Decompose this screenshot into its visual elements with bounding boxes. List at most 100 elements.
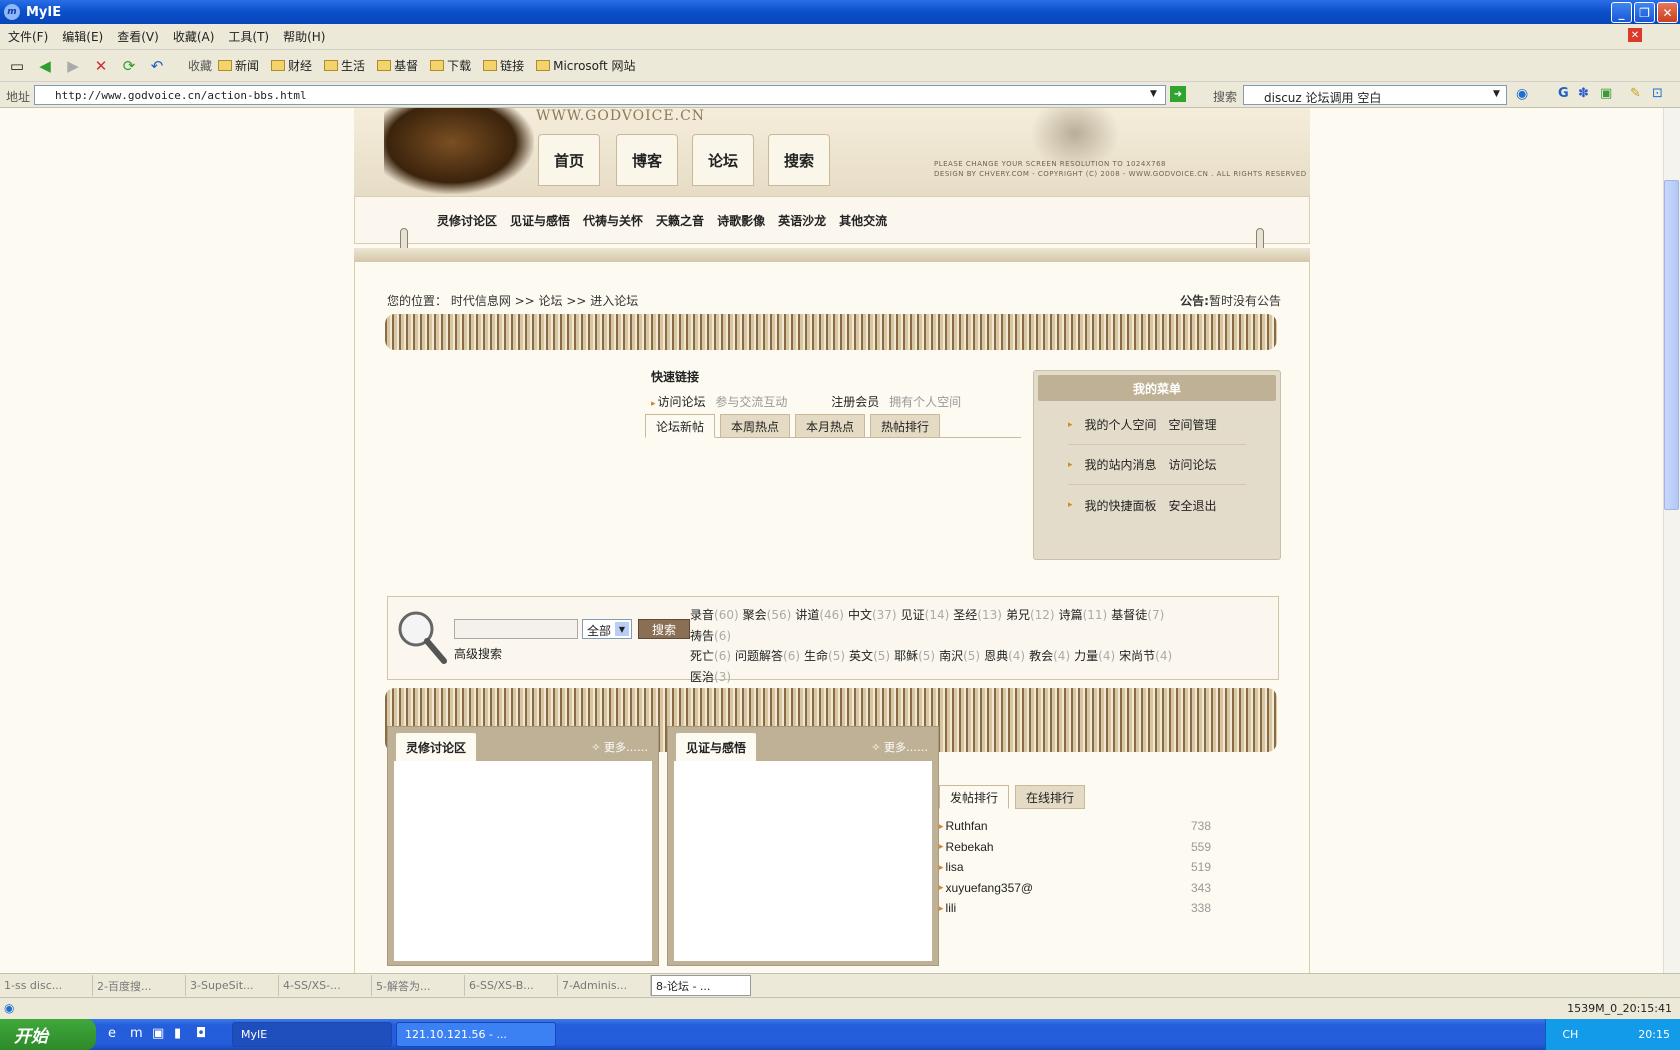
forum-search-input[interactable]: [454, 619, 578, 639]
tag-link[interactable]: 恩典(4): [984, 649, 1025, 663]
tag-link[interactable]: 祷告(6): [690, 629, 731, 643]
address-dropdown-icon[interactable]: ▼: [1150, 89, 1157, 99]
task-myie[interactable]: MyIE: [232, 1022, 392, 1047]
nav-home[interactable]: 首页: [538, 134, 600, 186]
menu-help[interactable]: 帮助(H): [283, 28, 325, 45]
globe-icon[interactable]: ◉: [1516, 86, 1528, 102]
quicklaunch-app-icon[interactable]: ▮: [174, 1026, 181, 1041]
browser-tab[interactable]: 2-百度搜...: [93, 975, 186, 996]
tag-link[interactable]: 耶稣(5): [894, 649, 935, 663]
browser-tab[interactable]: 1-ss disc...: [0, 975, 93, 996]
browser-tab[interactable]: 3-SupeSit...: [186, 975, 279, 996]
tag-link[interactable]: 基督徒(7): [1111, 608, 1164, 622]
more-link[interactable]: ✧ 更多……: [591, 739, 648, 755]
ranking-row[interactable]: ▸ Ruthfan 738: [939, 816, 1211, 837]
tag-link[interactable]: 力量(4): [1074, 649, 1115, 663]
ranking-row[interactable]: ▸ lisa 519: [939, 857, 1211, 878]
close-window-button[interactable]: ✕: [1657, 2, 1678, 23]
space-manage-link[interactable]: 空间管理: [1169, 416, 1217, 433]
subnav-item-other[interactable]: 其他交流: [839, 212, 887, 229]
panel-title[interactable]: 见证与感悟: [676, 733, 757, 761]
ranking-row[interactable]: ▸ xuyuefang357@ 343: [939, 878, 1211, 899]
tab-post-ranking[interactable]: 发帖排行: [939, 785, 1010, 809]
subnav-item-poetry[interactable]: 诗歌影像: [717, 212, 765, 229]
search-dropdown-icon[interactable]: ▼: [1493, 89, 1500, 99]
visit-forum-link[interactable]: 访问论坛: [658, 395, 706, 409]
language-indicator[interactable]: CH: [1562, 1028, 1578, 1041]
refresh-icon[interactable]: ⟳: [118, 55, 140, 77]
tab-hot-ranking[interactable]: 热帖排行: [870, 414, 941, 438]
browser-tab[interactable]: 7-Adminis...: [558, 975, 651, 996]
browser-tab[interactable]: 6-SS/XS-B...: [465, 975, 558, 996]
logout-link[interactable]: 安全退出: [1169, 497, 1217, 514]
start-button[interactable]: 开始: [0, 1019, 96, 1050]
fav-news[interactable]: 新闻: [218, 57, 259, 74]
nav-search[interactable]: 搜索: [768, 134, 830, 186]
tag-link[interactable]: 教会(4): [1029, 649, 1070, 663]
fav-life[interactable]: 生活: [324, 57, 365, 74]
fav-christ[interactable]: 基督: [377, 57, 418, 74]
close-tab-icon[interactable]: ✕: [1628, 28, 1642, 42]
image-icon[interactable]: ▣: [1600, 86, 1612, 101]
minimize-button[interactable]: _: [1611, 2, 1632, 23]
more-link[interactable]: ✧ 更多……: [871, 739, 928, 755]
browser-tab[interactable]: 5-解答为...: [372, 975, 465, 996]
nav-forum[interactable]: 论坛: [692, 134, 754, 186]
menu-file[interactable]: 文件(F): [8, 28, 48, 45]
forward-icon[interactable]: ▶: [62, 55, 84, 77]
tag-link[interactable]: 英文(5): [849, 649, 890, 663]
fav-microsoft[interactable]: Microsoft 网站: [536, 57, 636, 74]
subnav-item-testimony[interactable]: 见证与感悟: [510, 212, 570, 229]
subnav-item-devotion[interactable]: 灵修讨论区: [437, 212, 497, 229]
fav-download[interactable]: 下载: [430, 57, 471, 74]
tag-link[interactable]: 中文(37): [848, 608, 897, 622]
tag-link[interactable]: 诗篇(11): [1059, 608, 1108, 622]
search-scope-select[interactable]: 全部 ▼: [582, 619, 632, 639]
quicklaunch-desktop-icon[interactable]: ▣: [152, 1026, 164, 1041]
undo-close-icon[interactable]: ↶: [146, 55, 168, 77]
tag-link[interactable]: 圣经(13): [953, 608, 1002, 622]
tag-link[interactable]: 南沢(5): [939, 649, 980, 663]
search-button[interactable]: 搜索: [638, 619, 690, 639]
quicklaunch-tool-icon[interactable]: ◘: [196, 1026, 206, 1041]
fav-finance[interactable]: 财经: [271, 57, 312, 74]
tag-link[interactable]: 医治(3): [690, 670, 731, 684]
browser-tab[interactable]: 4-SS/XS-...: [279, 975, 372, 996]
tab-new-posts[interactable]: 论坛新帖: [645, 414, 716, 438]
ranking-row[interactable]: ▸ Rebekah 559: [939, 837, 1211, 858]
menu-view[interactable]: 查看(V): [117, 28, 159, 45]
go-icon[interactable]: ➜: [1170, 86, 1186, 102]
clear-icon[interactable]: ⊡: [1652, 86, 1663, 101]
my-messages-link[interactable]: 我的站内消息: [1085, 456, 1157, 473]
my-space-link[interactable]: 我的个人空间: [1085, 416, 1157, 433]
baidu-icon[interactable]: ✽: [1578, 86, 1589, 101]
web-search-input[interactable]: discuz 论坛调用 空白: [1243, 85, 1507, 105]
maximize-button[interactable]: ❐: [1634, 2, 1655, 23]
tag-link[interactable]: 聚会(56): [743, 608, 792, 622]
menu-edit[interactable]: 编辑(E): [62, 28, 103, 45]
nav-blog[interactable]: 博客: [616, 134, 678, 186]
menu-favorites[interactable]: 收藏(A): [173, 28, 215, 45]
advanced-search-link[interactable]: 高级搜索: [454, 645, 502, 662]
tag-link[interactable]: 弟兄(12): [1006, 608, 1055, 622]
tab-month-hot[interactable]: 本月热点: [795, 414, 866, 438]
ranking-row[interactable]: ▸ lili 338: [939, 898, 1211, 919]
visit-forum-menu-link[interactable]: 访问论坛: [1169, 456, 1217, 473]
tag-link[interactable]: 问题解答(6): [735, 649, 800, 663]
quicklaunch-myie-icon[interactable]: m: [130, 1026, 143, 1041]
stop-icon[interactable]: ✕: [90, 55, 112, 77]
fav-links[interactable]: 链接: [483, 57, 524, 74]
quicklaunch-ie-icon[interactable]: e: [108, 1026, 116, 1041]
tag-link[interactable]: 死亡(6): [690, 649, 731, 663]
subnav-item-music[interactable]: 天籁之音: [656, 212, 704, 229]
tag-link[interactable]: 讲道(46): [795, 608, 844, 622]
tab-week-hot[interactable]: 本周热点: [720, 414, 791, 438]
back-icon[interactable]: ◀: [34, 55, 56, 77]
tag-link[interactable]: 录音(60): [690, 608, 739, 622]
subnav-item-prayer[interactable]: 代祷与关怀: [583, 212, 643, 229]
highlight-icon[interactable]: ✎: [1630, 86, 1641, 101]
task-remote[interactable]: 121.10.121.56 - ...: [396, 1022, 556, 1047]
my-panel-link[interactable]: 我的快捷面板: [1085, 497, 1157, 514]
register-link[interactable]: 注册会员: [831, 395, 879, 409]
browser-tab[interactable]: 8-论坛 - ...: [651, 975, 751, 996]
